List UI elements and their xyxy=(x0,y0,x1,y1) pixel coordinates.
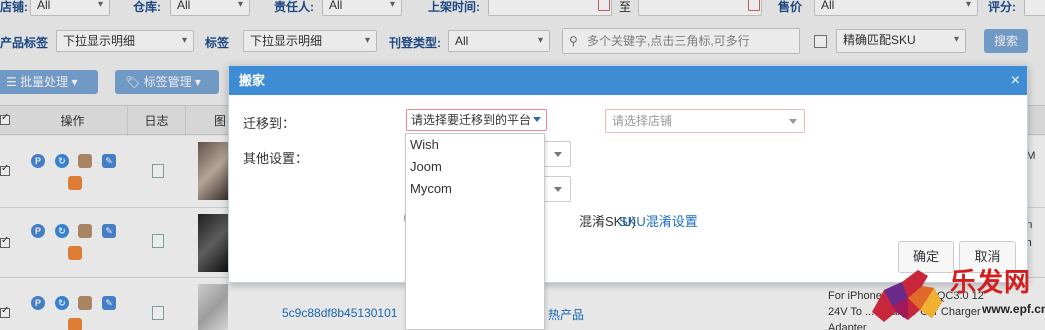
platform-dropdown-list: Wish Joom Mycom xyxy=(405,133,545,330)
site-watermark: 乐发网 www.epf.cn xyxy=(862,262,1045,328)
watermark-text: 乐发网 xyxy=(950,268,1032,298)
chevron-down-icon xyxy=(533,117,541,122)
platform-option-wish[interactable]: Wish xyxy=(406,134,544,156)
close-icon[interactable]: × xyxy=(1011,66,1020,95)
chevron-down-icon xyxy=(789,119,797,124)
chevron-down-icon xyxy=(554,152,562,157)
platform-option-joom[interactable]: Joom xyxy=(406,156,544,178)
sku-obfuscate-settings-link[interactable]: SKU混淆设置 xyxy=(619,211,698,230)
horse-logo-icon xyxy=(872,270,942,322)
platform-select[interactable]: 请选择要迁移到的平台 xyxy=(406,109,547,131)
store-select[interactable]: 请选择店铺 xyxy=(605,109,805,133)
migrate-dialog: 搬家 × 迁移到： 请选择要迁移到的平台 请选择店铺 其他设置： 混淆SKU) … xyxy=(228,65,1028,283)
chevron-down-icon xyxy=(554,187,562,192)
platform-option-mycom[interactable]: Mycom xyxy=(406,178,544,200)
dialog-title: 搬家 xyxy=(239,73,266,88)
migrate-to-label: 迁移到： xyxy=(243,116,296,131)
other-settings-label: 其他设置： xyxy=(243,151,309,166)
dialog-header: 搬家 × xyxy=(229,66,1027,95)
watermark-url: www.epf.cn xyxy=(982,302,1045,316)
